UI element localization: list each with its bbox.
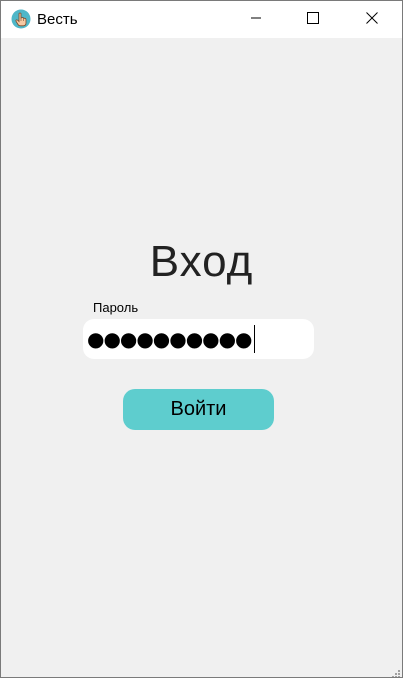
minimize-button[interactable] (233, 1, 279, 38)
login-heading: Вход (149, 237, 254, 286)
minimize-icon (250, 11, 262, 29)
resize-grip-icon[interactable] (390, 665, 400, 677)
login-button[interactable]: Войти (123, 389, 274, 430)
close-icon (366, 11, 378, 29)
window-title: Весть (37, 11, 78, 28)
text-caret (253, 325, 255, 353)
password-label: Пароль (93, 300, 139, 315)
app-window: Весть Вход Пароль ●●●●●●●●●● Войти (0, 0, 403, 678)
title-bar[interactable]: Весть (1, 1, 402, 38)
maximize-icon (307, 11, 319, 29)
close-button[interactable] (349, 1, 395, 38)
password-masked-value: ●●●●●●●●●● (87, 327, 253, 351)
password-field[interactable]: ●●●●●●●●●● (83, 319, 314, 359)
hand-pointer-icon (11, 9, 31, 29)
maximize-button[interactable] (290, 1, 336, 38)
